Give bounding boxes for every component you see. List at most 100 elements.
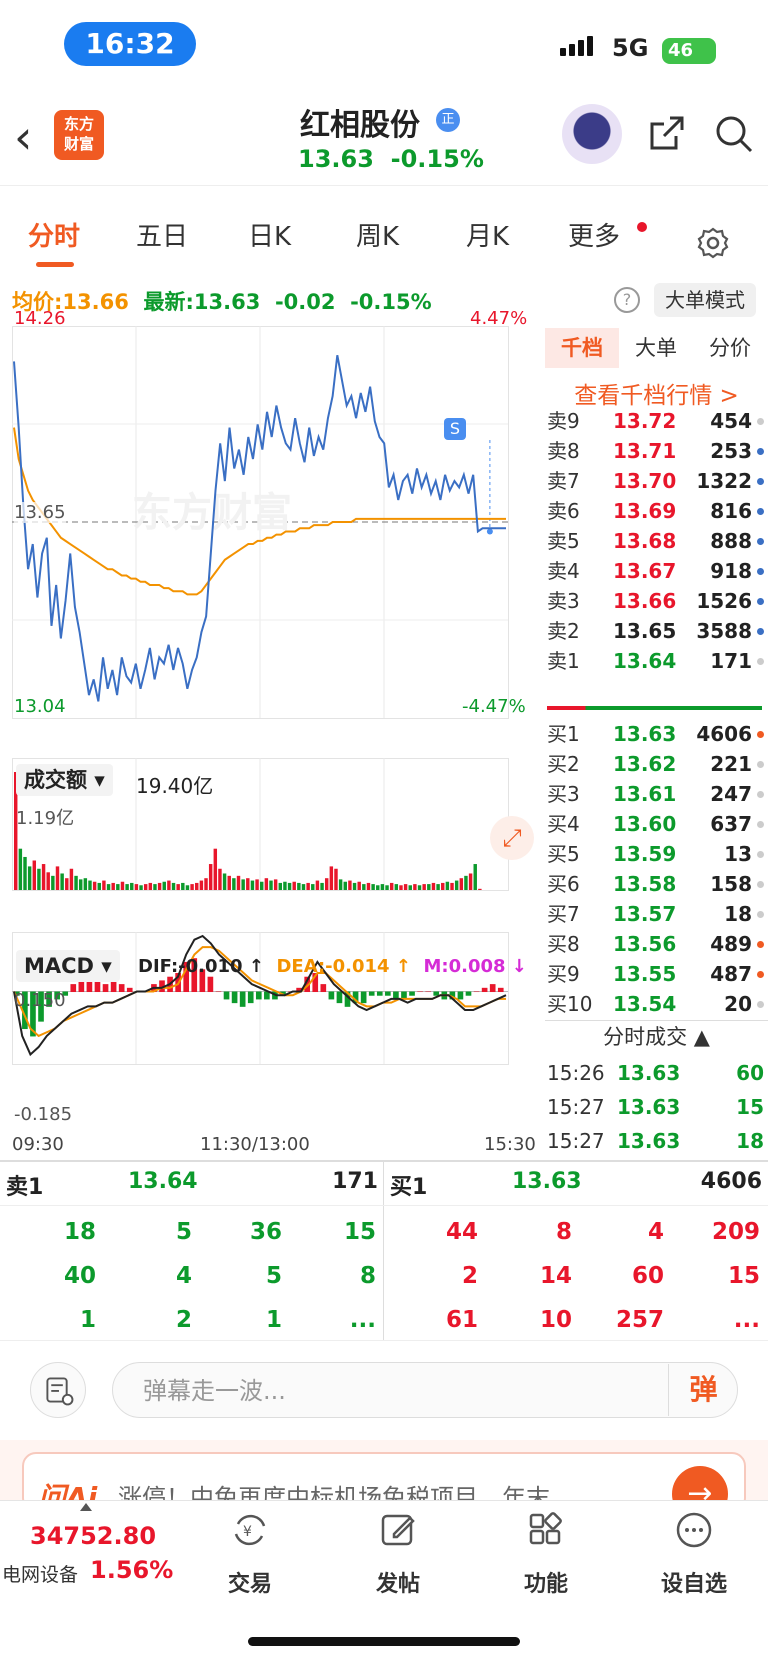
volume-bar (232, 878, 236, 890)
tab-monthly-k[interactable]: 月K (466, 216, 509, 253)
volume-bar (130, 882, 134, 890)
volume-bar (23, 856, 27, 890)
tab-more[interactable]: 更多 (568, 216, 620, 253)
volume-bar (306, 882, 310, 890)
intraday-chart[interactable]: 东方财富 (12, 326, 542, 1126)
macd-bottom-label: -0.185 (14, 1104, 73, 1125)
volume-bar (464, 875, 468, 890)
view-thousand-levels-link[interactable]: 查看千档行情 > (545, 376, 768, 410)
sell-point (486, 528, 493, 535)
macd-hist-bar (239, 991, 246, 1007)
macd-indicator-select[interactable]: MACD ▾ (16, 950, 120, 982)
tab-five-day[interactable]: 五日 (136, 216, 188, 253)
order-book-buy-row[interactable]: 买4 13.60 637 (545, 809, 768, 840)
order-book-sell-row[interactable]: 卖3 13.66 1526 (545, 586, 768, 617)
volume-bar (185, 885, 190, 890)
volume-indicator-select[interactable]: 成交额 ▾ (16, 764, 113, 796)
volume-bar (111, 882, 115, 890)
danmu-settings-icon[interactable] (30, 1362, 86, 1418)
tab-thousand-levels[interactable]: 千档 (545, 328, 619, 368)
sell-marker[interactable]: S (444, 418, 466, 440)
order-book-divider (547, 706, 762, 710)
volume-bar (102, 880, 106, 890)
order-book-buy-row[interactable]: 买8 13.56 489 (545, 929, 768, 960)
search-icon[interactable] (714, 114, 754, 154)
tab-price-distribution[interactable]: 分价 (693, 328, 767, 368)
volume-bar (283, 881, 287, 890)
macd-hist-bar (473, 991, 480, 993)
volume-bar (88, 880, 92, 890)
sector-index-name[interactable]: 电网设备 (2, 1560, 78, 1587)
volume-total: 19.40亿 (136, 774, 214, 798)
sum-buy-price: 13.63 (512, 1169, 582, 1194)
nav-add-watchlist[interactable]: 设自选 (634, 1510, 754, 1598)
order-book-buy-row[interactable]: 买5 13.59 13 (545, 839, 768, 870)
volume-bar (273, 879, 278, 890)
back-button[interactable]: ‹ (14, 112, 32, 162)
danmu-send-button[interactable]: 弹 (668, 1364, 738, 1416)
macd-hist-bar (336, 991, 343, 1004)
x-tick-mid: 11:30/13:00 (200, 1134, 310, 1155)
buy-queue-cell: 257 (615, 1307, 664, 1333)
order-book-buy-row[interactable]: 买7 13.57 18 (545, 899, 768, 930)
order-book-buy-row[interactable]: 买2 13.62 221 (545, 749, 768, 780)
macd-hist-bar (417, 991, 423, 993)
order-book-sell-row[interactable]: 卖8 13.71 253 (545, 436, 768, 467)
gear-icon[interactable] (696, 226, 730, 260)
svg-text:¥: ¥ (243, 1524, 252, 1540)
volume-bar (260, 881, 264, 890)
order-book-buy-row[interactable]: 买10 13.54 20 (545, 989, 768, 1020)
nav-post[interactable]: 发帖 (338, 1510, 458, 1598)
sum-sell-label: 卖1 (6, 1175, 44, 1200)
share-icon[interactable] (648, 114, 686, 152)
volume-bar (287, 882, 292, 890)
order-book-buy-row[interactable]: 买6 13.58 158 (545, 869, 768, 900)
tab-big-orders[interactable]: 大单 (619, 328, 693, 368)
sell-queue-cell: 15 (343, 1219, 376, 1245)
nav-trade[interactable]: ¥ 交易 (190, 1510, 310, 1598)
order-book-sell-row[interactable]: 卖4 13.67 918 (545, 556, 768, 587)
signal-icon (560, 36, 596, 56)
volume-bar (176, 884, 180, 890)
sector-index-pct[interactable]: 1.56% (90, 1556, 173, 1584)
sell-queue-cell: 36 (249, 1219, 282, 1245)
order-book-sell-row[interactable]: 卖1 13.64 171 (545, 646, 768, 677)
volume-bar (125, 884, 129, 890)
assistant-avatar[interactable] (562, 104, 622, 164)
volume-bar (37, 868, 41, 890)
tab-daily-k[interactable]: 日K (248, 216, 291, 253)
volume-bar (357, 881, 361, 890)
tab-weekly-k[interactable]: 周K (356, 216, 399, 253)
tick-trades-header[interactable]: 分时成交 ▲ (545, 1020, 768, 1054)
volume-bar (51, 875, 55, 890)
order-book-sell-row[interactable]: 卖5 13.68 888 (545, 526, 768, 557)
order-book-buy-row[interactable]: 买1 13.63 4606 (545, 719, 768, 750)
danmu-input[interactable]: 弹幕走一波... (112, 1362, 738, 1418)
price-min-label: 13.04 (14, 696, 66, 717)
sum-buy-label: 买1 (390, 1175, 428, 1200)
index-caret-icon[interactable] (80, 1503, 92, 1511)
buy-queue-cell: 209 (711, 1219, 760, 1245)
stock-name: 红相股份 (300, 108, 420, 143)
buy-queue-cell: 8 (555, 1219, 572, 1245)
tab-intraday[interactable]: 分时 (28, 216, 80, 253)
order-book-buy-row[interactable]: 买3 13.61 247 (545, 779, 768, 810)
volume-bar (148, 882, 153, 890)
sector-index-value[interactable]: 34752.80 (30, 1522, 156, 1550)
big-order-mode-button[interactable]: 大单模式 (654, 283, 756, 317)
edit-icon (381, 1514, 415, 1546)
volume-bar (297, 882, 301, 890)
order-book-sell-row[interactable]: 卖2 13.65 3588 (545, 616, 768, 647)
trade-icon: ¥ (234, 1514, 266, 1546)
volume-bar (264, 878, 269, 890)
expand-icon[interactable]: ⤢ (490, 816, 534, 860)
volume-bar (427, 884, 431, 890)
order-book-sell-row[interactable]: 卖9 13.72 454 (545, 406, 768, 437)
sum-buy-vol: 4606 (700, 1169, 762, 1194)
order-book-buy-row[interactable]: 买9 13.55 487 (545, 959, 768, 990)
nav-functions[interactable]: 功能 (486, 1510, 606, 1598)
order-book-sell-row[interactable]: 卖7 13.70 1322 (545, 466, 768, 497)
help-icon[interactable]: ? (614, 287, 640, 313)
volume-bar (417, 885, 422, 890)
order-book-sell-row[interactable]: 卖6 13.69 816 (545, 496, 768, 527)
